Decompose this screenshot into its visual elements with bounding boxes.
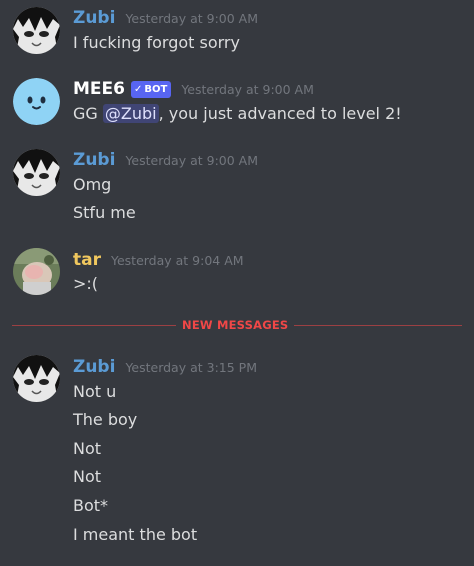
message-text: Not — [73, 439, 102, 458]
author-name[interactable]: Zubi — [73, 357, 115, 377]
user-mention[interactable]: @Zubi — [102, 104, 159, 123]
message-text-part: GG — [73, 104, 103, 123]
message-text: I meant the bot — [73, 525, 198, 544]
message-text: Not — [73, 467, 102, 486]
message-text: I fucking forgot sorry — [73, 33, 240, 52]
message-timestamp: Yesterday at 9:00 AM — [125, 153, 259, 168]
author-name[interactable]: tar — [73, 250, 101, 270]
bot-badge: ✓ BOT — [130, 81, 172, 98]
message-text: Not u — [73, 382, 117, 401]
message-text: GG @Zubi, you just advanced to level 2! — [73, 104, 402, 123]
message-text-part: , you just advanced to level 2! — [158, 104, 402, 123]
author-name[interactable]: Zubi — [73, 8, 115, 28]
checkmark-icon: ✓ — [133, 84, 143, 95]
message-timestamp: Yesterday at 9:04 AM — [110, 253, 244, 268]
message-text: Stfu me — [73, 203, 136, 222]
bot-badge-label: BOT — [144, 84, 168, 95]
message-timestamp: Yesterday at 9:00 AM — [181, 82, 314, 97]
message-text: >:( — [73, 274, 99, 293]
message-text: Omg — [73, 175, 112, 194]
message-timestamp: Yesterday at 9:00 AM — [125, 11, 259, 26]
zubi-avatar-icon[interactable] — [13, 355, 60, 402]
author-name[interactable]: Zubi — [73, 150, 115, 170]
message-text: The boy — [73, 410, 138, 429]
mee6-face-icon[interactable] — [13, 78, 60, 125]
new-messages-label: NEW MESSAGES — [176, 318, 295, 332]
zubi-avatar-icon[interactable] — [13, 7, 60, 54]
author-name[interactable]: MEE6 — [73, 79, 125, 99]
message-timestamp: Yesterday at 3:15 PM — [125, 360, 257, 375]
message-text: Bot* — [73, 496, 109, 515]
zubi-avatar-icon[interactable] — [13, 149, 60, 196]
photo-avatar-icon[interactable] — [13, 248, 60, 295]
